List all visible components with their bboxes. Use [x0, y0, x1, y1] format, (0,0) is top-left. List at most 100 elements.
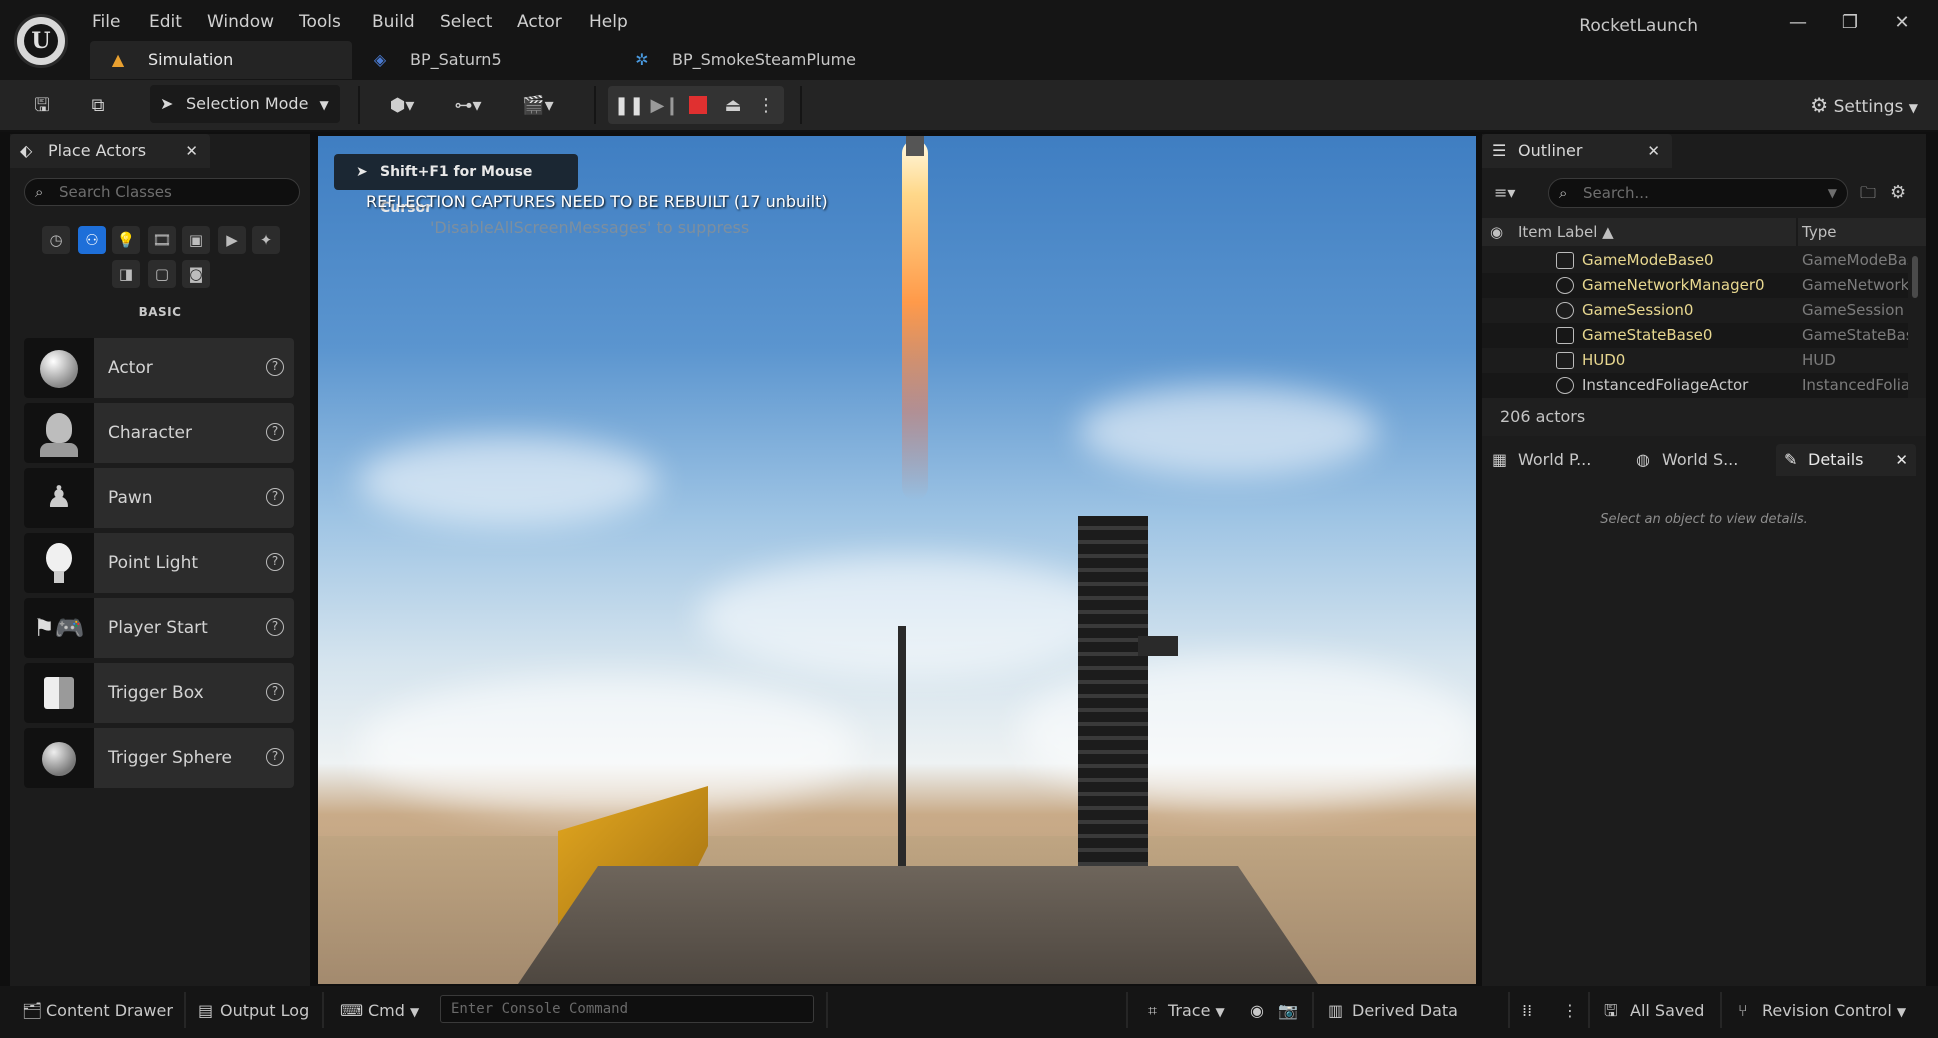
help-icon[interactable]: ?	[266, 553, 284, 571]
terminal-icon: ⌨	[340, 1001, 364, 1020]
place-actors-label: Place Actors	[48, 141, 147, 160]
outliner-row[interactable]: HUD0 HUD	[1482, 348, 1908, 373]
cinematic-icon[interactable]: 🎞	[148, 226, 176, 254]
cmd-label: Cmd	[368, 1001, 405, 1020]
shapes-icon[interactable]: ◨	[112, 260, 140, 288]
activity-icon[interactable]: ⁞⁞	[1522, 996, 1542, 1026]
rocket	[906, 136, 924, 156]
tab-world-settings[interactable]: ◍ World S...	[1634, 444, 1764, 476]
actor-item-player-start[interactable]: ⚑🎮 Player Start ?	[24, 598, 294, 658]
visual-effects-icon[interactable]: ▣	[182, 226, 210, 254]
content-drawer-button[interactable]: 🗂 Content Drawer	[20, 996, 178, 1026]
outliner-row[interactable]: GameSession0 GameSession	[1482, 298, 1908, 323]
stop-icon[interactable]	[689, 96, 707, 114]
basic-category-icon[interactable]: ⚇	[78, 226, 106, 254]
tab-label: BP_Saturn5	[410, 50, 502, 69]
tab-place-actors[interactable]: ⬖ Place Actors ✕	[10, 134, 210, 168]
drawer-icon: 🗂	[22, 1001, 43, 1020]
all-classes-icon[interactable]: ▢	[148, 260, 176, 288]
filter-icon[interactable]: ≡▾	[1494, 180, 1536, 206]
tab-simulation[interactable]: ▲ Simulation	[90, 41, 352, 79]
restore-button[interactable]: ❐	[1830, 10, 1870, 36]
help-icon[interactable]: ?	[266, 423, 284, 441]
visibility-icon[interactable]: ◉	[1490, 218, 1503, 246]
eject-icon[interactable]: ⏏	[718, 87, 748, 125]
tab-world-partition[interactable]: ▦ World P...	[1490, 444, 1620, 476]
actor-label: Point Light	[108, 553, 199, 573]
menu-actor[interactable]: Actor	[517, 12, 562, 32]
close-icon[interactable]: ✕	[1895, 444, 1908, 476]
settings-button[interactable]: ⚙ Settings ▼	[1810, 86, 1918, 124]
derived-data-dropdown[interactable]: ▥ Derived Data ▼	[1326, 996, 1486, 1038]
tab-details[interactable]: ✎ Details ✕	[1776, 444, 1916, 476]
all-saved-button[interactable]: 🖫 All Saved	[1602, 996, 1712, 1026]
help-icon[interactable]: ?	[266, 748, 284, 766]
cinematics-icon[interactable]: 🎬▾	[512, 87, 564, 125]
volumes-icon[interactable]: ✦	[252, 226, 280, 254]
output-log-button[interactable]: ▤ Output Log	[196, 996, 316, 1026]
more-options-icon[interactable]: ⋮	[756, 87, 776, 125]
outliner-row[interactable]: GameModeBase0 GameModeBase	[1482, 248, 1908, 273]
more-options-icon[interactable]: ⋮	[1562, 996, 1578, 1026]
gear-icon[interactable]: ⚙	[1890, 180, 1914, 206]
menu-edit[interactable]: Edit	[149, 12, 182, 32]
menu-file[interactable]: File	[92, 12, 120, 32]
menu-build[interactable]: Build	[372, 12, 415, 32]
selection-mode-dropdown[interactable]: ➤ Selection Mode ▼	[150, 85, 340, 123]
outliner-row[interactable]: GameStateBase0 GameStateBase	[1482, 323, 1908, 348]
trace-dropdown[interactable]: ⌗ Trace ▼	[1146, 996, 1232, 1026]
help-icon[interactable]: ?	[266, 358, 284, 376]
actor-item-point-light[interactable]: Point Light ?	[24, 533, 294, 593]
blueprint-menu-icon[interactable]: ⊶▾	[442, 87, 494, 125]
recent-icon[interactable]: ◷	[42, 226, 70, 254]
actor-item-character[interactable]: Character ?	[24, 403, 294, 463]
step-icon[interactable]: ▶❙	[650, 87, 680, 125]
cmd-dropdown[interactable]: ⌨ Cmd ▼	[338, 996, 428, 1026]
add-folder-icon[interactable]: 🗀	[1860, 180, 1884, 206]
status-separator	[826, 992, 828, 1028]
close-window-button[interactable]: ✕	[1882, 10, 1922, 36]
menu-tools[interactable]: Tools	[299, 12, 341, 32]
outliner-row[interactable]: InstancedFoliageActor InstancedFoliageAc…	[1482, 373, 1908, 398]
add-actor-icon[interactable]: ⬢▾	[378, 87, 426, 125]
tab-bp-saturn5[interactable]: ◈ BP_Saturn5	[352, 41, 612, 79]
browse-icon[interactable]: ⧉	[80, 87, 116, 125]
lights-icon[interactable]: 💡	[112, 226, 140, 254]
screenshot-icon[interactable]: 📷	[1278, 996, 1302, 1026]
column-type[interactable]: Type	[1796, 218, 1836, 246]
suppress-hint: 'DisableAllScreenMessages' to suppress	[430, 218, 750, 237]
menu-select[interactable]: Select	[440, 12, 492, 32]
actor-item-trigger-sphere[interactable]: Trigger Sphere ?	[24, 728, 294, 788]
outliner-row[interactable]: GameNetworkManager0 GameNetworkManager	[1482, 273, 1908, 298]
tab-bp-smoke-steam-plume[interactable]: ✲ BP_SmokeSteamPlume	[614, 41, 914, 79]
search-classes-input[interactable]: ⌕ Search Classes	[24, 178, 300, 206]
menu-window[interactable]: Window	[207, 12, 274, 32]
minimize-button[interactable]: —	[1778, 10, 1818, 36]
tab-outliner[interactable]: ☰ Outliner ✕	[1482, 134, 1672, 168]
revision-control-dropdown[interactable]: ⑂ Revision Control ▼	[1736, 996, 1926, 1026]
actor-item-trigger-box[interactable]: Trigger Box ?	[24, 663, 294, 723]
level-viewport[interactable]	[318, 136, 1476, 984]
game-state-icon	[1556, 327, 1574, 344]
geometry-icon[interactable]: ▶	[218, 226, 246, 254]
help-icon[interactable]: ?	[266, 488, 284, 506]
actor-item-pawn[interactable]: ♟ Pawn ?	[24, 468, 294, 528]
menu-help[interactable]: Help	[589, 12, 628, 32]
revision-control-label: Revision Control	[1762, 1001, 1892, 1020]
help-icon[interactable]: ?	[266, 618, 284, 636]
pause-icon[interactable]: ❚❚	[614, 87, 644, 125]
other-icon[interactable]: ◙	[182, 260, 210, 288]
outliner-search-input[interactable]: ⌕ Search... ▼	[1548, 178, 1848, 208]
outliner-scrollbar[interactable]	[1912, 256, 1918, 298]
column-item-label[interactable]: Item Label ▲	[1518, 218, 1614, 246]
actor-item-actor[interactable]: Actor ?	[24, 338, 294, 398]
save-icon[interactable]: 🖫	[24, 87, 60, 125]
close-icon[interactable]: ✕	[185, 134, 198, 168]
console-command-input[interactable]: Enter Console Command	[440, 995, 814, 1023]
close-icon[interactable]: ✕	[1647, 134, 1660, 168]
record-icon[interactable]: ◉	[1250, 996, 1274, 1026]
toolbar-separator	[800, 86, 802, 124]
help-icon[interactable]: ?	[266, 683, 284, 701]
globe-icon: ◍	[1636, 450, 1650, 469]
tab-label: Details	[1808, 450, 1864, 469]
